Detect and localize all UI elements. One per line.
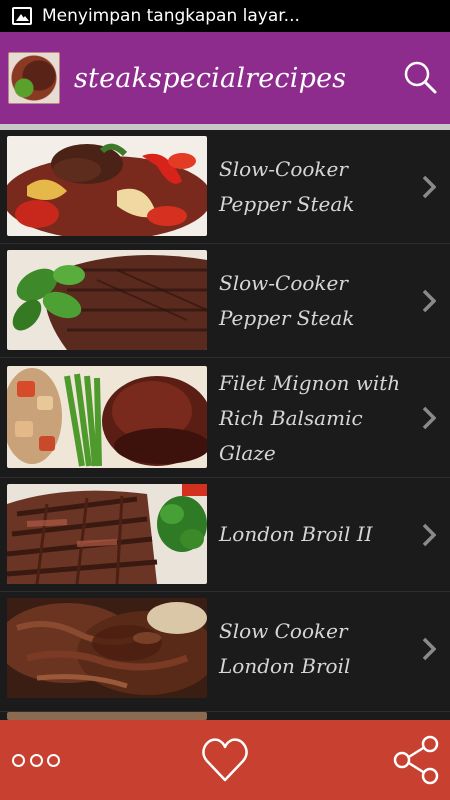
recipe-title-line: Pepper Steak	[219, 192, 355, 216]
recipe-item[interactable]: Slow Cooker London Broil	[0, 592, 450, 712]
recipe-title-line: Slow Cooker	[219, 619, 348, 643]
status-text: Menyimpan tangkapan layar...	[42, 6, 300, 26]
recipe-item[interactable]: Filet Mignon with Rich Balsamic Glaze	[0, 358, 450, 478]
chevron-right-icon	[422, 406, 436, 430]
recipe-list[interactable]: Slow-Cooker Pepper Steak Slow-Cooker Pep…	[0, 130, 450, 720]
more-dots-icon	[47, 753, 60, 767]
recipe-title-line: Slow-Cooker	[219, 157, 348, 181]
chevron-right-icon	[422, 175, 436, 199]
recipe-title-line: London Broil II	[219, 522, 373, 546]
favorite-button[interactable]	[199, 734, 251, 786]
recipe-title: Slow-Cooker Pepper Steak	[219, 266, 409, 336]
recipe-title-line: London Broil	[219, 654, 351, 678]
recipe-thumbnail	[7, 712, 207, 720]
recipe-thumbnail	[7, 484, 207, 584]
status-bar: Menyimpan tangkapan layar...	[0, 0, 450, 32]
recipe-thumbnail	[7, 366, 207, 468]
app-logo	[8, 52, 60, 104]
bottom-bar	[0, 720, 450, 800]
share-icon	[393, 735, 439, 785]
app-bar: steakspecialrecipes	[0, 32, 450, 124]
more-options-button[interactable]	[12, 748, 60, 772]
recipe-title-line: Pepper Steak	[219, 306, 355, 330]
chevron-right-icon	[422, 289, 436, 313]
app-title: steakspecialrecipes	[74, 62, 347, 94]
recipe-item[interactable]: Slow-Cooker Pepper Steak	[0, 130, 450, 244]
recipe-title-line: Filet Mignon with	[219, 371, 401, 395]
recipe-item[interactable]: London Broil II	[0, 478, 450, 592]
recipe-thumbnail	[7, 250, 207, 350]
search-button[interactable]	[400, 58, 440, 98]
recipe-thumbnail	[7, 136, 207, 236]
recipe-thumbnail	[7, 598, 207, 698]
recipe-title-line: Rich Balsamic	[219, 406, 363, 430]
chevron-right-icon	[422, 637, 436, 661]
recipe-title: London Broil II	[219, 517, 409, 552]
recipe-item[interactable]	[0, 712, 450, 720]
search-icon	[404, 61, 437, 94]
recipe-title-line: Glaze	[219, 441, 276, 465]
recipe-title: Filet Mignon with Rich Balsamic Glaze	[219, 366, 409, 471]
share-button[interactable]	[390, 734, 442, 786]
more-dots-icon	[12, 753, 25, 767]
recipe-title-line: Slow-Cooker	[219, 271, 348, 295]
recipe-title: Slow-Cooker Pepper Steak	[219, 152, 409, 222]
recipe-item[interactable]: Slow-Cooker Pepper Steak	[0, 244, 450, 358]
heart-icon	[202, 738, 248, 782]
chevron-right-icon	[422, 523, 436, 547]
more-dots-icon	[29, 753, 43, 767]
recipe-title: Slow Cooker London Broil	[219, 614, 409, 684]
image-icon	[12, 7, 32, 25]
